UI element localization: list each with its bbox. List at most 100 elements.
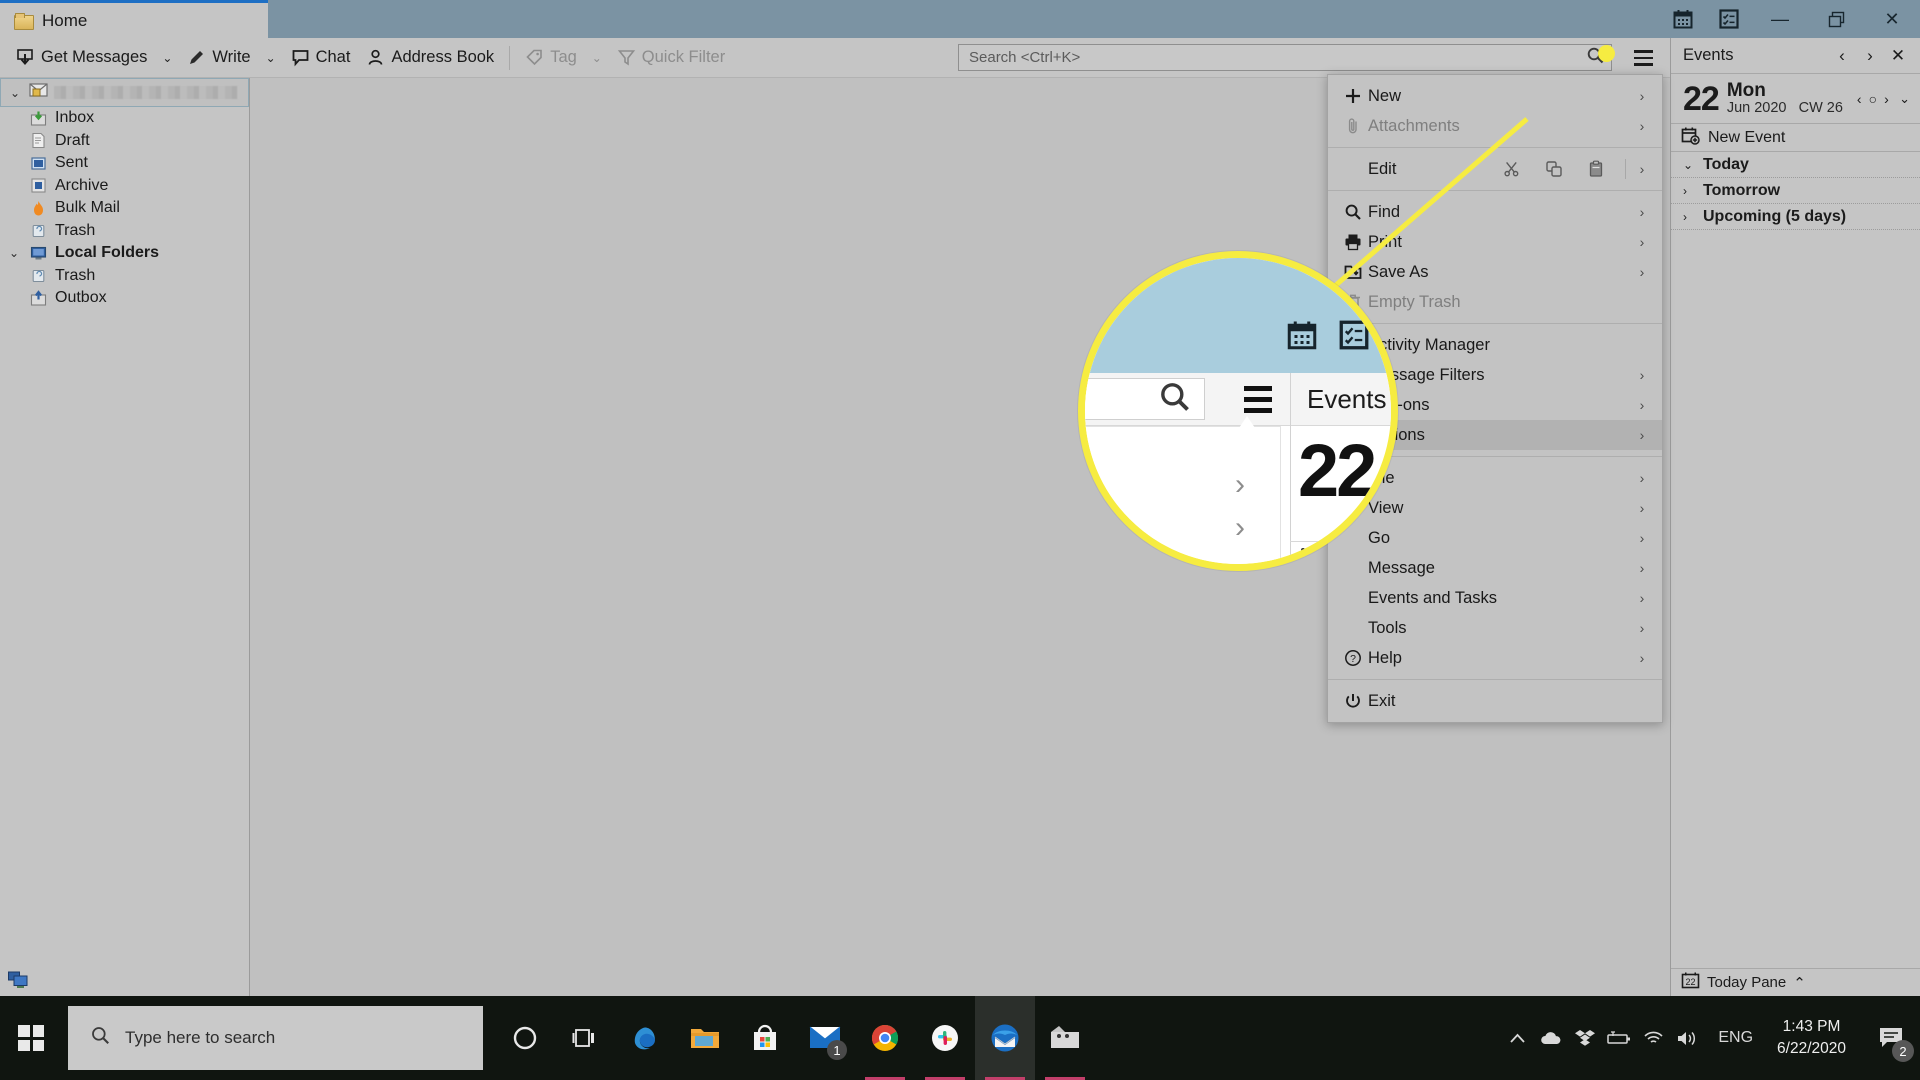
chevron-right-icon: › xyxy=(1639,397,1645,413)
date-prev-button[interactable]: ‹ xyxy=(1857,91,1862,107)
dropbox-icon[interactable] xyxy=(1568,996,1602,1080)
section-today[interactable]: ⌄ Today xyxy=(1671,152,1920,178)
today-pane-title: Events xyxy=(1683,46,1734,64)
today-pane-close-button[interactable]: ✕ xyxy=(1884,46,1912,66)
date-today-button[interactable]: ○ xyxy=(1869,91,1877,107)
slack-icon xyxy=(932,1025,958,1051)
help-icon: ? xyxy=(1338,649,1368,667)
taskbar-slack-button[interactable] xyxy=(915,996,975,1080)
tasks-icon[interactable] xyxy=(1706,0,1752,38)
language-indicator[interactable]: ENG xyxy=(1704,1029,1767,1047)
sidebar-item-local-trash[interactable]: Trash xyxy=(0,265,249,288)
search-icon xyxy=(90,1025,111,1051)
chevron-right-icon: › xyxy=(1235,511,1245,544)
sidebar-item-trash[interactable]: Trash xyxy=(0,220,249,243)
sidebar-item-inbox[interactable]: Inbox xyxy=(0,107,249,130)
chevron-up-icon: ⌃ xyxy=(1793,974,1806,992)
menu-item-attachments[interactable]: Attachments › xyxy=(1328,111,1662,141)
taskbar-task-view-button[interactable] xyxy=(555,996,615,1080)
date-expand-button[interactable]: ⌄ xyxy=(1899,91,1914,107)
outbox-icon xyxy=(30,289,47,307)
write-button[interactable]: Write xyxy=(179,42,258,74)
thunderbird-icon xyxy=(991,1024,1019,1052)
taskbar-thunderbird-button[interactable] xyxy=(975,996,1035,1080)
restore-button[interactable] xyxy=(1808,0,1864,38)
copy-icon[interactable] xyxy=(1533,160,1575,178)
sidebar-item-draft[interactable]: Draft xyxy=(0,130,249,153)
today-pane-badge-icon: 22 xyxy=(1681,971,1700,994)
get-messages-button[interactable]: Get Messages xyxy=(8,42,155,74)
clock-date: 6/22/2020 xyxy=(1777,1040,1846,1057)
sidebar-item-bulk-mail[interactable]: Bulk Mail xyxy=(0,197,249,220)
account-row[interactable]: ⌄ xyxy=(0,78,249,107)
calendar-icon[interactable] xyxy=(1660,0,1706,38)
menu-item-new[interactable]: New › xyxy=(1328,81,1662,111)
address-book-button[interactable]: Address Book xyxy=(358,42,502,74)
toolbar-separator xyxy=(509,45,511,70)
trash-icon xyxy=(30,267,47,284)
taskbar-file-explorer-button[interactable] xyxy=(675,996,735,1080)
write-dropdown[interactable]: ⌄ xyxy=(259,42,283,74)
today-pane-toggle[interactable]: 22 Today Pane ⌃ xyxy=(1671,968,1920,996)
today-pane-prev-button[interactable]: ‹ xyxy=(1828,46,1856,66)
chat-button[interactable]: Chat xyxy=(283,42,359,74)
paste-icon[interactable] xyxy=(1575,160,1617,178)
menu-item-find[interactable]: Find › xyxy=(1328,197,1662,227)
pencil-icon xyxy=(190,51,204,64)
section-upcoming[interactable]: › Upcoming (5 days) xyxy=(1671,204,1920,230)
taskbar-mail-button[interactable]: 1 xyxy=(795,996,855,1080)
show-hidden-icons-button[interactable] xyxy=(1500,996,1534,1080)
sidebar-item-sent[interactable]: Sent xyxy=(0,152,249,175)
menu-item-message[interactable]: Message › xyxy=(1328,553,1662,583)
new-event-button[interactable]: New Event xyxy=(1671,124,1920,152)
power-icon xyxy=(1338,692,1368,710)
chevron-down-icon[interactable]: ⌄ xyxy=(6,246,22,260)
menu-item-events-and-tasks[interactable]: Events and Tasks › xyxy=(1328,583,1662,613)
minimize-button[interactable]: — xyxy=(1752,0,1808,38)
tag-button[interactable]: Tag xyxy=(517,42,585,74)
onedrive-icon[interactable] xyxy=(1534,996,1568,1080)
sidebar-item-outbox[interactable]: Outbox xyxy=(0,287,249,310)
hamburger-bar-1 xyxy=(1633,50,1653,53)
menu-item-go[interactable]: Go › xyxy=(1328,523,1662,553)
taskbar-cortana-button[interactable] xyxy=(495,996,555,1080)
chevron-down-icon[interactable]: ⌄ xyxy=(7,86,23,100)
menu-item-print[interactable]: Print › xyxy=(1328,227,1662,257)
taskbar-edge-button[interactable] xyxy=(615,996,675,1080)
taskbar-chrome-button[interactable] xyxy=(855,996,915,1080)
clock[interactable]: 1:43 PM 6/22/2020 xyxy=(1767,1016,1862,1061)
app-menu-button[interactable] xyxy=(1628,44,1658,72)
search-input[interactable]: Search <Ctrl+K> xyxy=(958,44,1612,71)
get-messages-dropdown[interactable]: ⌄ xyxy=(155,42,179,74)
chevron-right-icon: › xyxy=(1639,470,1645,486)
tab-home[interactable]: Home xyxy=(0,0,268,38)
taskbar-snagit-button[interactable] xyxy=(1035,996,1095,1080)
notifications-button[interactable]: 2 xyxy=(1862,996,1920,1080)
wifi-icon[interactable] xyxy=(1636,996,1670,1080)
date-next-button[interactable]: › xyxy=(1884,91,1889,107)
sidebar-item-local-folders[interactable]: ⌄ Local Folders xyxy=(0,242,249,265)
menu-item-exit[interactable]: Exit xyxy=(1328,686,1662,716)
chevron-right-icon: › xyxy=(1639,427,1645,443)
taskbar-app-buttons: 1 xyxy=(495,996,1095,1080)
menu-item-edit[interactable]: Edit › xyxy=(1328,154,1662,184)
taskbar-search-input[interactable]: Type here to search xyxy=(68,1006,483,1070)
chevron-right-icon: › xyxy=(1639,367,1645,383)
section-tomorrow[interactable]: › Tomorrow xyxy=(1671,178,1920,204)
menu-item-view[interactable]: View › xyxy=(1328,493,1662,523)
battery-icon[interactable] xyxy=(1602,996,1636,1080)
tag-dropdown[interactable]: ⌄ xyxy=(585,42,609,74)
menu-item-tools[interactable]: Tools › xyxy=(1328,613,1662,643)
taskbar-microsoft-store-button[interactable] xyxy=(735,996,795,1080)
sidebar-item-archive[interactable]: Archive xyxy=(0,175,249,198)
menu-item-help[interactable]: ? Help › xyxy=(1328,643,1662,673)
hamburger-bar-2 xyxy=(1633,56,1653,60)
close-button[interactable]: ✕ xyxy=(1864,0,1920,38)
magnifier-events-label: Events xyxy=(1307,384,1387,414)
today-pane-next-button[interactable]: › xyxy=(1856,46,1884,66)
menu-item-file-label: File xyxy=(1368,469,1634,488)
cut-icon[interactable] xyxy=(1491,160,1533,178)
volume-icon[interactable] xyxy=(1670,996,1704,1080)
quick-filter-button[interactable]: Quick Filter xyxy=(609,42,733,74)
start-button[interactable] xyxy=(0,996,62,1080)
